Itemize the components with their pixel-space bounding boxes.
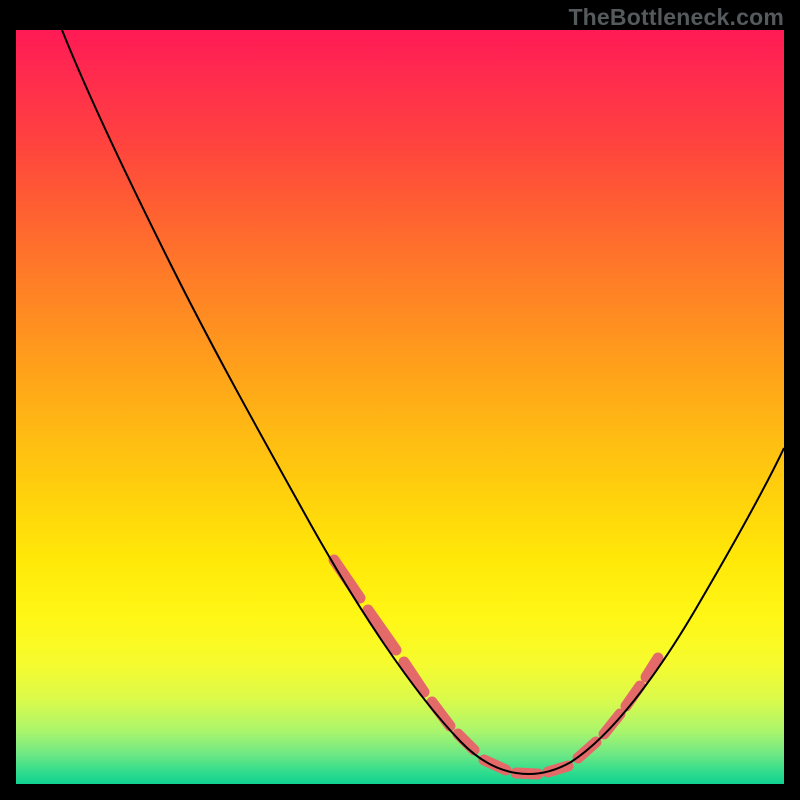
chart-svg xyxy=(16,30,784,784)
chart-plot-area xyxy=(16,30,784,784)
highlight-dashes xyxy=(334,560,658,774)
watermark-text: TheBottleneck.com xyxy=(568,4,784,31)
chart-frame xyxy=(14,28,786,786)
chart-curve xyxy=(62,30,784,774)
